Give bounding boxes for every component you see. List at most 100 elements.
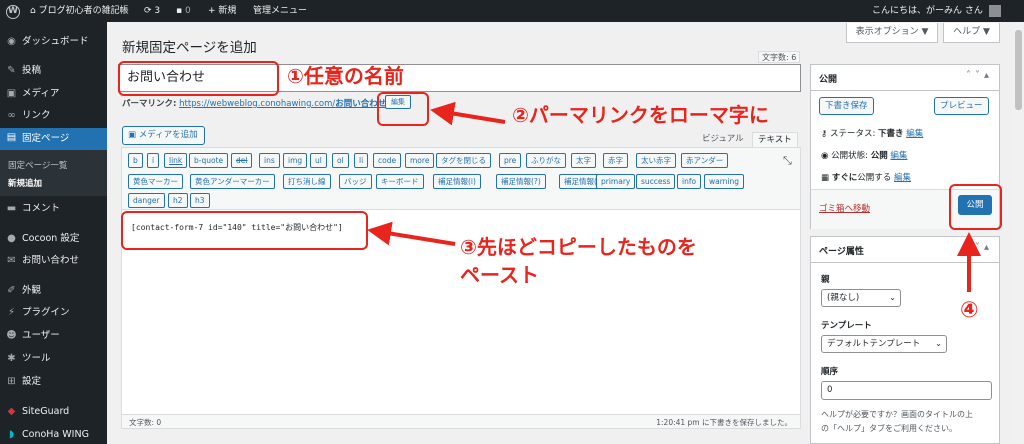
- help-button[interactable]: ヘルプ ▼: [943, 23, 1000, 43]
- preview-button[interactable]: プレビュー: [934, 97, 989, 115]
- qt-keyboard[interactable]: キーボード: [376, 174, 424, 189]
- sidebar-item-label: プラグイン: [22, 307, 70, 318]
- sidebar-item-label: ConoHa WING: [22, 429, 89, 440]
- pages-submenu: 固定ページ一覧 新規追加: [0, 150, 107, 196]
- page-scrollbar[interactable]: [1013, 22, 1024, 444]
- schedule-suffix: 公開する: [857, 173, 892, 183]
- link-icon: ∞: [7, 110, 16, 121]
- qt-red[interactable]: 赤字: [603, 153, 628, 168]
- qt-badge[interactable]: バッジ: [339, 174, 372, 189]
- save-draft-button[interactable]: 下書き保存: [819, 97, 874, 115]
- sidebar-item-tools[interactable]: ✱ ツール: [0, 349, 107, 369]
- media-icon: ▣: [6, 88, 17, 99]
- qt-h3[interactable]: h3: [190, 193, 210, 208]
- qt-furigana[interactable]: ふりがな: [526, 153, 566, 168]
- qt-info-i[interactable]: 補足情報(i): [433, 174, 481, 189]
- status-edit-link[interactable]: 編集: [906, 129, 923, 139]
- site-name-link[interactable]: ⌂ ブログ初心者の雑記帳: [30, 0, 129, 22]
- qt-success[interactable]: success: [636, 174, 676, 189]
- add-media-label: メディアを追加: [138, 130, 198, 140]
- sidebar-item-contact[interactable]: ✉ お問い合わせ: [0, 251, 107, 271]
- sidebar-item-posts[interactable]: ✎ 投稿: [0, 61, 107, 81]
- visibility-edit-link[interactable]: 編集: [890, 151, 907, 161]
- qt-pre[interactable]: pre: [499, 153, 522, 168]
- qt-primary[interactable]: primary: [596, 174, 636, 189]
- sidebar-item-comments[interactable]: ▬ コメント: [0, 199, 107, 219]
- qt-ol[interactable]: ol: [332, 153, 349, 168]
- qt-info[interactable]: info: [677, 174, 702, 189]
- comments-link[interactable]: ▪ 0: [176, 0, 191, 22]
- wrench-icon: ✱: [7, 353, 16, 364]
- scrollbar-thumb[interactable]: [1015, 30, 1022, 110]
- qt-red-underline[interactable]: 赤アンダー: [681, 153, 729, 168]
- qt-img[interactable]: img: [283, 153, 308, 168]
- qt-close-tags[interactable]: タグを閉じる: [436, 153, 491, 168]
- tab-text[interactable]: テキスト: [752, 132, 798, 147]
- parent-select[interactable]: (親なし) ⌄: [821, 289, 901, 307]
- qt-h2[interactable]: h2: [168, 193, 188, 208]
- qt-warning[interactable]: warning: [704, 174, 745, 189]
- qt-info-question[interactable]: 補足情報(?): [496, 174, 546, 189]
- fullscreen-icon[interactable]: ⤡: [783, 154, 792, 168]
- submenu-add-new[interactable]: 新規追加: [8, 177, 42, 189]
- visibility-label: 公開状態:: [831, 151, 868, 161]
- wordpress-logo-icon[interactable]: W: [6, 0, 20, 22]
- sidebar-item-siteguard[interactable]: ◆ SiteGuard: [0, 402, 107, 422]
- qt-b-quote[interactable]: b-quote: [189, 153, 229, 168]
- brush-icon: ✐: [7, 285, 16, 296]
- qt-code[interactable]: code: [373, 153, 402, 168]
- sidebar-item-label: 設定: [22, 376, 42, 387]
- order-label: 順序: [821, 367, 839, 377]
- order-input[interactable]: 0: [821, 381, 992, 400]
- box-arrows-icon[interactable]: ˄˅▴: [966, 242, 993, 253]
- sidebar-item-cocoon[interactable]: ● Cocoon 設定: [0, 229, 107, 249]
- qt-danger[interactable]: danger: [128, 193, 165, 208]
- add-media-button[interactable]: ▣ メディアを追加: [122, 126, 205, 145]
- sidebar-item-label: ユーザー: [22, 330, 60, 341]
- sidebar-item-media[interactable]: ▣ メディア: [0, 84, 107, 104]
- qt-bold-red[interactable]: 太い赤字: [636, 153, 676, 168]
- sidebar-item-settings[interactable]: ⊞ 設定: [0, 372, 107, 392]
- sidebar-item-links[interactable]: ∞ リンク: [0, 106, 107, 126]
- qt-yellow-marker[interactable]: 黄色マーカー: [128, 174, 183, 189]
- qt-b[interactable]: b: [128, 153, 143, 168]
- plugin-icon: ⚡: [7, 307, 16, 318]
- qt-link[interactable]: link: [164, 153, 188, 168]
- sidebar-item-dashboard[interactable]: ◉ ダッシュボード: [0, 32, 107, 52]
- qt-del[interactable]: del: [231, 153, 253, 168]
- new-content-link[interactable]: + 新規: [208, 0, 236, 22]
- sidebar-item-pages[interactable]: ▤ 固定ページ: [0, 128, 107, 150]
- permalink-url[interactable]: https://webweblog.conohawing.com/お問い合わせ/: [179, 99, 389, 109]
- attributes-box-title: ページ属性: [819, 247, 864, 257]
- editor-box: b i link b-quote del ins img ul ol li co…: [121, 147, 801, 429]
- qt-i[interactable]: i: [147, 153, 160, 168]
- tab-visual[interactable]: ビジュアル: [697, 132, 749, 147]
- submenu-all-pages[interactable]: 固定ページ一覧: [8, 159, 67, 171]
- qt-bold[interactable]: 太字: [571, 153, 596, 168]
- box-arrows-icon[interactable]: ˄˅▴: [966, 70, 993, 81]
- sidebar-item-label: リンク: [22, 110, 51, 121]
- qt-strikethrough[interactable]: 打ち消し線: [283, 174, 331, 189]
- admin-menu-link[interactable]: 管理メニュー: [253, 0, 307, 22]
- qt-yellow-under-marker[interactable]: 黄色アンダーマーカー: [190, 174, 275, 189]
- trash-link[interactable]: ゴミ箱へ移動: [819, 202, 870, 214]
- user-greeting[interactable]: こんにちは、がーみん さん: [872, 0, 1001, 22]
- permalink-row: パーマリンク: https://webweblog.conohawing.com…: [122, 97, 389, 109]
- annotation-box-content: [121, 211, 368, 250]
- settings-icon: ⊞: [7, 376, 16, 387]
- sidebar-item-plugins[interactable]: ⚡ プラグイン: [0, 303, 107, 323]
- qt-li[interactable]: li: [354, 153, 369, 168]
- attributes-box-header: ページ属性 ˄˅▴: [811, 237, 999, 263]
- qt-more[interactable]: more: [405, 153, 435, 168]
- qt-ul[interactable]: ul: [310, 153, 327, 168]
- schedule-edit-link[interactable]: 編集: [894, 173, 911, 183]
- editor-status-bar: 文字数: 0 1:20:41 pm に下書きを保存しました。: [122, 414, 800, 428]
- screen-options-button[interactable]: 表示オプション ▼: [846, 23, 938, 43]
- sidebar-item-users[interactable]: ☻ ユーザー: [0, 326, 107, 346]
- sidebar-item-appearance[interactable]: ✐ 外観: [0, 281, 107, 301]
- sidebar-item-conoha[interactable]: ◗ ConoHa WING: [0, 425, 107, 444]
- qt-ins[interactable]: ins: [259, 153, 280, 168]
- visibility-row: ◉ 公開状態: 公開 編集: [821, 149, 907, 161]
- updates-link[interactable]: ⟳ 3: [144, 0, 160, 22]
- template-select[interactable]: デフォルトテンプレート ⌄: [821, 335, 947, 353]
